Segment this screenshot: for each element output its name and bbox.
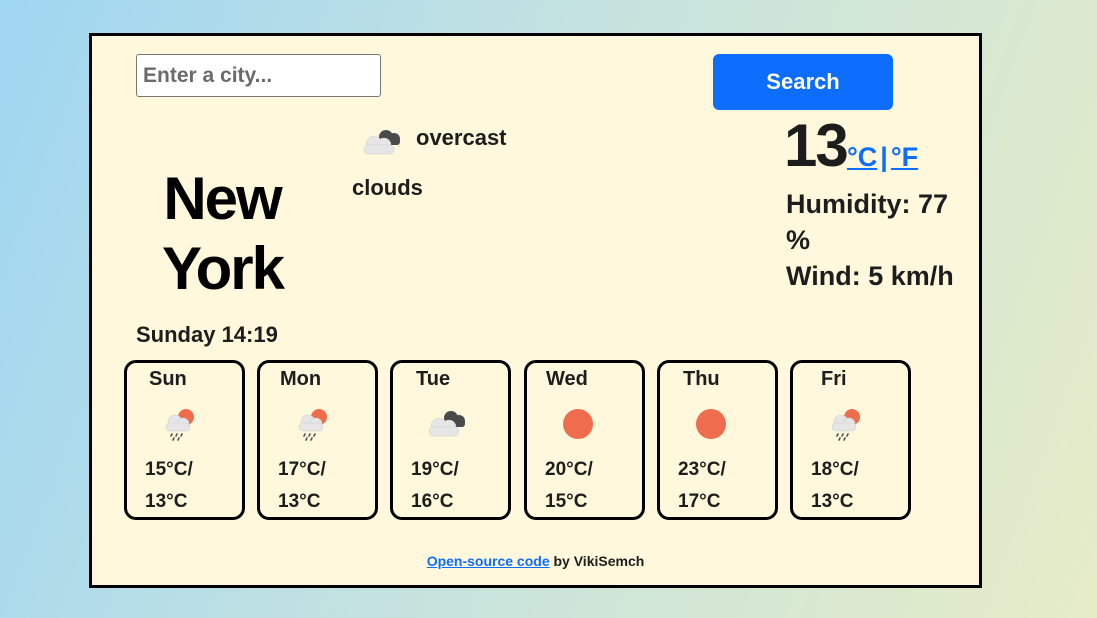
forecast-day: Mon (280, 368, 322, 390)
sun-rain-icon (298, 409, 327, 441)
forecast-min-temp: 15°C (545, 491, 588, 512)
sun-icon (696, 409, 726, 439)
unit-toggle: °C | °F (847, 142, 918, 173)
humidity-value: 77 (918, 189, 949, 219)
humidity-label: Humidity: (786, 189, 911, 219)
wind-value: 5 km/h (868, 261, 954, 291)
forecast-max-temp: 15°C/ (145, 459, 193, 480)
sun-rain-icon (165, 409, 194, 441)
current-datetime: Sunday 14:19 (136, 322, 278, 347)
overcast-clouds-icon (428, 411, 465, 437)
forecast-max-temp: 23°C/ (678, 459, 726, 480)
forecast-card: Fri 18°C/ 13°C (790, 360, 911, 520)
weather-app: Search New York overcast clouds 13 °C|°F… (89, 33, 982, 588)
sun-rain-icon (831, 409, 860, 441)
city-name-line2: York (162, 235, 285, 302)
forecast-day: Fri (821, 368, 847, 390)
forecast-day: Tue (416, 368, 451, 390)
forecast-min-temp: 13°C (145, 491, 188, 512)
footer-author: by VikiSemch (549, 553, 645, 569)
forecast-card: Mon 17°C/ 13°C (257, 360, 378, 520)
forecast-day: Sun (149, 368, 187, 390)
forecast-max-temp: 18°C/ (811, 459, 859, 480)
forecast-max-temp: 17°C/ (278, 459, 326, 480)
overcast-clouds-icon (363, 130, 400, 155)
sun-icon (563, 409, 593, 439)
current-temperature: 13 (784, 112, 849, 179)
forecast-card: Tue 19°C/ 16°C (390, 360, 511, 520)
weather-description: overcast (416, 125, 507, 150)
city-name-line1: New (163, 165, 282, 232)
weather-description-sub: clouds (352, 175, 423, 200)
wind-label: Wind: (786, 261, 861, 291)
forecast-card: Thu 23°C/ 17°C (657, 360, 778, 520)
forecast-day: Wed (546, 368, 588, 390)
unit-separator: | (880, 142, 888, 172)
celsius-link[interactable]: °C (847, 142, 877, 172)
forecast-card: Wed 20°C/ 15°C (524, 360, 645, 520)
humidity-unit: % (786, 225, 811, 255)
forecast-min-temp: 13°C (811, 491, 854, 512)
weather-stats: Humidity: 77 % Wind: 5 km/h (786, 186, 979, 294)
forecast-min-temp: 17°C (678, 491, 721, 512)
city-search-input[interactable] (136, 54, 381, 97)
forecast-min-temp: 13°C (278, 491, 321, 512)
forecast-day: Thu (683, 368, 720, 390)
footer: Open-source code by VikiSemch (92, 553, 979, 569)
forecast-max-temp: 20°C/ (545, 459, 593, 480)
search-button[interactable]: Search (713, 54, 893, 110)
forecast-min-temp: 16°C (411, 491, 454, 512)
city-name: New York (162, 164, 285, 304)
humidity-row: Humidity: 77 % (786, 186, 979, 258)
forecast-card: Sun 15°C/ 13°C (124, 360, 245, 520)
wind-row: Wind: 5 km/h (786, 258, 979, 294)
fahrenheit-link[interactable]: °F (891, 142, 918, 172)
forecast-max-temp: 19°C/ (411, 459, 459, 480)
open-source-link[interactable]: Open-source code (427, 553, 550, 569)
